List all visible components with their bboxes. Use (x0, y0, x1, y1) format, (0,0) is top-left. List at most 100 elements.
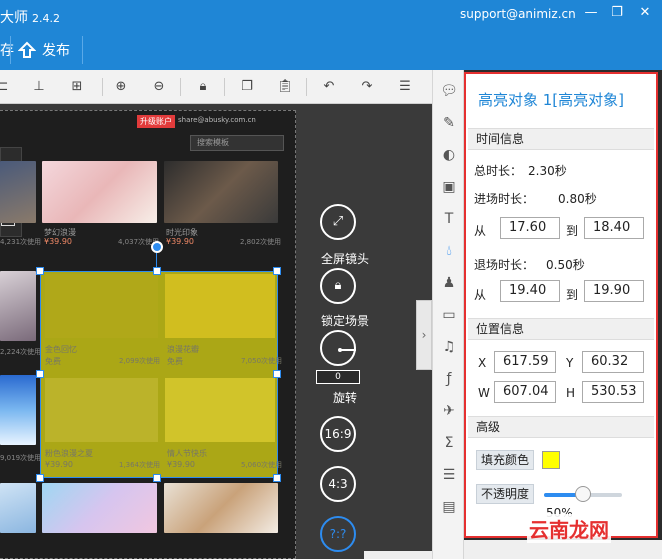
template-thumb (165, 274, 275, 338)
thumb-used: 9,019次使用 (0, 454, 42, 462)
template-thumb[interactable] (164, 161, 278, 223)
resize-handle-s[interactable] (153, 474, 161, 482)
ratio-4-3-button[interactable]: 4:3 (320, 466, 356, 502)
character-icon[interactable]: ♟ (440, 274, 458, 292)
ratio-custom-button[interactable]: ?:? (320, 516, 356, 552)
template-thumb[interactable]: 4,231次使用 (0, 161, 36, 223)
ratio-16-9-button[interactable]: 16:9 (320, 416, 356, 452)
panel-title: 高亮对象 1[高亮对象] (478, 91, 625, 109)
resize-handle-nw[interactable] (36, 267, 44, 275)
exit-to-input[interactable]: 19.90 (584, 280, 644, 302)
resize-handle-ne[interactable] (273, 267, 281, 275)
template-thumb[interactable] (42, 483, 157, 533)
copy-icon[interactable]: ❐ (238, 78, 256, 96)
sigma-icon[interactable]: Σ (440, 434, 458, 452)
enter-duration-label: 进场时长： (474, 192, 535, 206)
image-icon[interactable]: ▣ (440, 178, 458, 196)
enter-to-label: 到 (566, 224, 579, 238)
fullscreen-camera-button[interactable]: ⤢ (320, 204, 356, 240)
thumb-used: 5,060次使用 (241, 461, 283, 469)
template-thumb[interactable] (42, 161, 157, 223)
zoom-out-icon[interactable]: ⊖ (150, 78, 168, 96)
support-email[interactable]: support@animiz.cn (460, 7, 576, 21)
ribbon-divider (82, 36, 83, 64)
template-thumb (45, 378, 158, 442)
y-input[interactable]: 60.32 (582, 351, 644, 373)
resize-handle-se[interactable] (273, 474, 281, 482)
h-input[interactable]: 530.53 (582, 381, 644, 403)
pencil-icon[interactable]: ✎ (440, 114, 458, 132)
title-bar: 大师 2.4.2 support@animiz.cn — ❐ ✕ (0, 0, 662, 30)
music-icon[interactable]: ♫ (440, 338, 458, 356)
exit-from-label: 从 (474, 288, 487, 302)
w-input[interactable]: 607.04 (494, 381, 556, 403)
fill-color-swatch[interactable] (542, 451, 560, 469)
template-thumb[interactable] (0, 271, 36, 341)
speech-bubble-icon[interactable]: 💬︎ (440, 82, 458, 100)
scene-stage[interactable]: 升级账户 share@abusky.com.cn 搜索模板 4,231次使用 梦… (0, 110, 296, 559)
total-duration-value: 2.30秒 (528, 164, 567, 178)
ribbon-bar: 存 发布 (0, 30, 662, 70)
enter-from-input[interactable]: 17.60 (500, 217, 560, 239)
gallery-icon[interactable]: ▤ (440, 498, 458, 516)
panel-collapse-button[interactable]: › (416, 300, 432, 370)
publish-button[interactable]: 发布 (18, 40, 70, 60)
total-duration-label: 总时长： (474, 164, 523, 178)
formula-icon[interactable]: ƒ (440, 370, 458, 388)
thumb-caption: 金色回忆 (45, 345, 77, 354)
template-thumb[interactable] (0, 483, 36, 533)
shapes-icon[interactable]: ◐ (440, 146, 458, 164)
distribute-icon[interactable]: ⊞ (68, 78, 86, 96)
app-version: 2.4.2 (32, 12, 60, 25)
timeline-edge (364, 551, 432, 559)
opacity-slider[interactable] (544, 486, 622, 502)
close-button[interactable]: ✕ (637, 5, 653, 21)
enter-from-label: 从 (474, 224, 487, 238)
x-input[interactable]: 617.59 (494, 351, 556, 373)
thumb-caption: 情人节快乐 (167, 449, 207, 458)
template-thumb[interactable] (0, 375, 36, 445)
exit-from-input[interactable]: 19.40 (500, 280, 560, 302)
minimize-button[interactable]: — (583, 5, 599, 21)
save-button-partial[interactable]: 存 (0, 40, 14, 60)
rotate-value[interactable]: 0 (316, 370, 360, 384)
rotate-label: 旋转 (332, 391, 357, 405)
text-icon[interactable]: T (440, 210, 458, 228)
toolbar-divider (102, 78, 103, 96)
thumb-price: ¥39.90 (167, 460, 195, 469)
rotate-handle[interactable] (151, 241, 163, 253)
list-icon[interactable]: ☰ (440, 466, 458, 484)
rotate-dial[interactable] (320, 330, 356, 366)
folder-icon[interactable]: ▭ (440, 306, 458, 324)
upload-arrow-icon (18, 41, 36, 58)
highlight-drop-icon[interactable]: 💧︎ (440, 242, 458, 260)
enter-to-input[interactable]: 18.40 (584, 217, 644, 239)
align-left-icon[interactable]: ⊏ (0, 78, 12, 96)
maximize-button[interactable]: ❐ (609, 5, 625, 21)
resize-handle-n[interactable] (153, 267, 161, 275)
redo-icon[interactable]: ↷ (358, 78, 376, 96)
exit-duration-value: 0.50秒 (546, 258, 585, 272)
settings-doc-icon[interactable]: ☰ (396, 78, 414, 96)
resize-handle-w[interactable] (36, 370, 44, 378)
position-info-section: 位置信息 (468, 318, 654, 340)
highlight-object[interactable]: 金色回忆 免费 2,099次使用 浪漫花瓣 免费 7,050次使用 粉色浪漫之夏… (40, 271, 282, 478)
exit-to-label: 到 (566, 288, 579, 302)
undo-icon[interactable]: ↶ (320, 78, 338, 96)
resize-handle-e[interactable] (273, 370, 281, 378)
y-label: Y (566, 356, 574, 370)
template-thumb[interactable] (164, 483, 278, 533)
zoom-in-icon[interactable]: ⊕ (112, 78, 130, 96)
align-bottom-icon[interactable]: ⊥ (30, 78, 48, 96)
toolbar-divider (180, 78, 181, 96)
camera-action-strip: ⤢ 全屏镜头 🔒︎ 锁定场景 0 旋转 16:9 4:3 ?:? (296, 104, 394, 559)
paste-icon[interactable]: 📋︎ (276, 78, 294, 96)
opacity-slider-knob[interactable] (575, 486, 591, 502)
resize-handle-sw[interactable] (36, 474, 44, 482)
template-thumb (165, 378, 275, 442)
thumb-used: 4,231次使用 (0, 238, 42, 246)
opacity-label: 不透明度 (476, 484, 534, 504)
airplane-icon[interactable]: ✈ (440, 402, 458, 420)
lock-icon[interactable]: 🔒︎ (194, 78, 212, 96)
lock-scene-button[interactable]: 🔒︎ (320, 268, 356, 304)
